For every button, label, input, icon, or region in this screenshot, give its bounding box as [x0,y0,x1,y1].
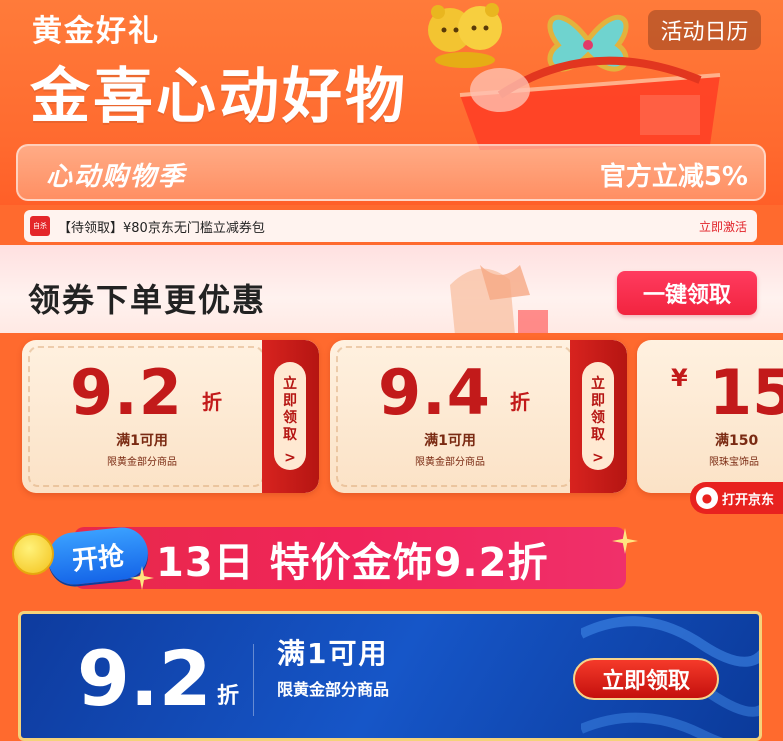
featured-coupon-unit: 折 [217,684,240,709]
coupon-scope: 限黄金部分商品 [107,457,177,468]
coupon-unit: 折 [202,390,222,414]
claim-char: 即 [283,393,297,409]
claim-featured-coupon-button[interactable]: 立即领取 [573,658,719,700]
claim-char: 取 [283,427,297,443]
claim-char: 取 [591,427,605,443]
sparkle-icon [612,528,638,554]
claim-now-button[interactable]: 立 即 领 取 > [582,362,614,470]
coupon-unit: 折 [510,390,530,414]
gift-box-image [450,265,548,335]
self-operated-icon: 自杀 [30,216,50,236]
open-jd-app-button[interactable]: ● 打开京东 [690,482,783,514]
featured-coupon[interactable]: 9.2 折 满1可用 限黄金部分商品 立即领取 [18,611,762,741]
jd-dog-icon: ● [696,487,718,509]
coupon-card[interactable]: 9.2 折 满1可用 限黄金部分商品 立 即 领 取 > [22,340,319,493]
coupon-condition: 满150 [715,433,759,449]
divider [253,644,254,716]
open-jd-label: 打开京东 [722,492,775,508]
flash-sale-text: 13日 特价金饰9.2折 [156,540,549,586]
coupon-pack-text: 【待领取】¥80京东无门槛立减券包 [58,221,265,236]
activate-now-link[interactable]: 立即激活 [699,218,747,235]
hero-tag: 黄金好礼 [32,14,160,49]
coupon-scope: 限珠宝饰品 [709,457,759,468]
discount-label: 官方立减5% [599,162,748,192]
coupon-value: 15 [709,356,783,429]
shopping-basket-image [459,56,721,150]
claim-char: 领 [283,410,297,426]
coupon-currency: ¥ [671,364,688,392]
coupon-condition: 满1可用 [116,433,168,449]
coupon-card[interactable]: ¥ 15 满150 限珠宝饰品 [637,340,783,493]
chevron-right-icon: > [592,450,604,466]
claim-char: 立 [591,376,605,392]
coupon-pack-strip[interactable]: 自杀 【待领取】¥80京东无门槛立减券包 立即激活 [24,210,757,242]
claim-now-button[interactable]: 立 即 领 取 > [274,362,306,470]
claim-char: 即 [591,393,605,409]
claim-char: 领 [591,410,605,426]
coupon-card[interactable]: 9.4 折 满1可用 限黄金部分商品 立 即 领 取 > [330,340,627,493]
smiley-icon [12,533,54,575]
activity-calendar-button[interactable]: 活动日历 [648,10,761,50]
featured-coupon-value: 9.2 [77,634,212,723]
coupon-value: 9.2 [70,356,183,429]
season-label: 心动购物季 [46,162,187,192]
coupon-section-title: 领券下单更优惠 [28,281,267,319]
coupon-section-header: 领券下单更优惠 一键领取 [0,245,783,333]
coupon-value: 9.4 [378,356,491,429]
page-title: 金喜心动好物 [30,62,408,132]
coupon-scope: 限黄金部分商品 [415,457,485,468]
featured-coupon-scope: 限黄金部分商品 [277,680,390,699]
claim-char: 立 [283,376,297,392]
claim-all-button[interactable]: 一键领取 [617,271,757,315]
coupon-condition: 满1可用 [424,433,476,449]
sparkle-icon [130,566,154,590]
season-bar: 心动购物季 官方立减5% [16,144,766,201]
featured-coupon-condition: 满1可用 [277,637,389,670]
chevron-right-icon: > [284,450,296,466]
